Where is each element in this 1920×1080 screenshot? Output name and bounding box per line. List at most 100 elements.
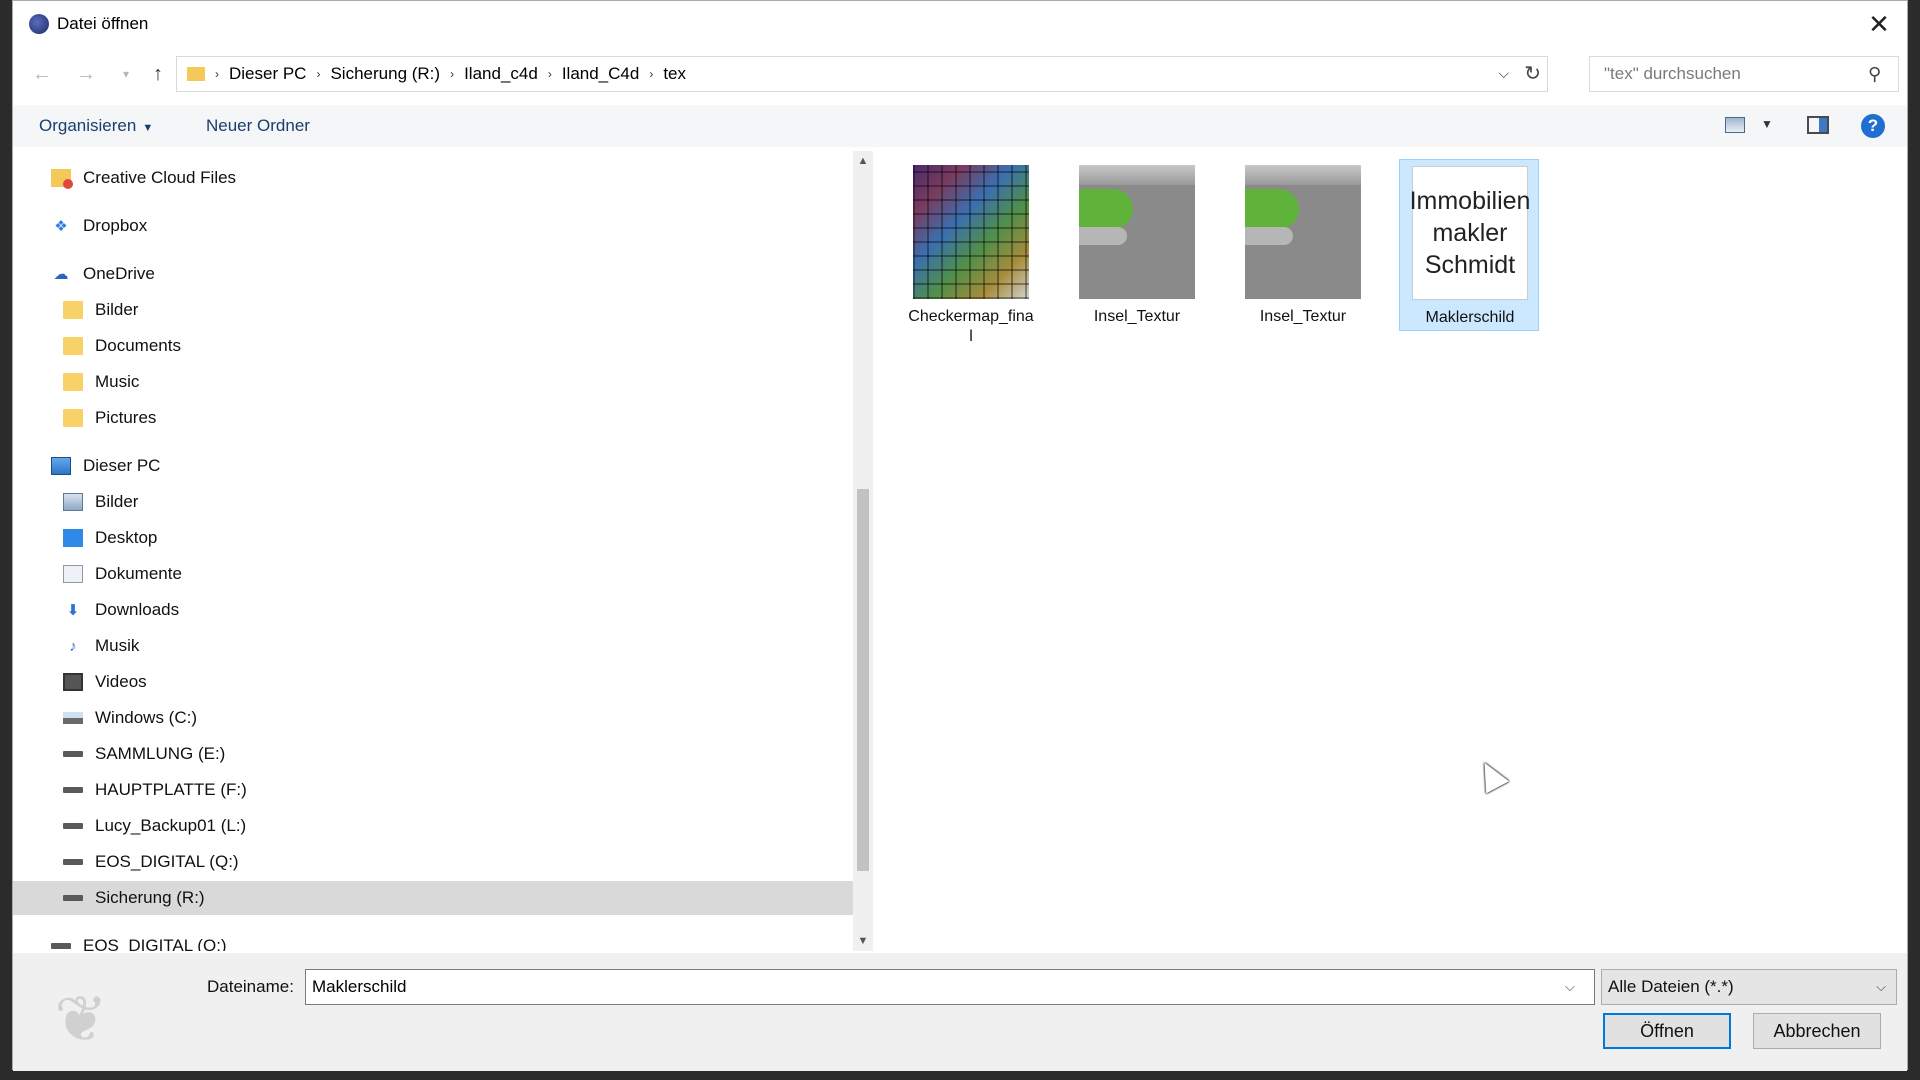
title-bar: Datei öffnen ✕	[13, 1, 1907, 47]
nav-item-onedrive-bilder[interactable]: Bilder	[13, 293, 853, 327]
file-item-maklerschild[interactable]: Immobilien makler Schmidt Maklerschild	[1399, 159, 1539, 331]
file-thumbnail: Immobilien makler Schmidt	[1409, 166, 1531, 300]
videos-icon	[63, 673, 83, 691]
file-open-dialog: Datei öffnen ✕ ← → ▾ ↑ › Dieser PC › Sic…	[12, 0, 1908, 1071]
file-name: Checkermap_fina l	[901, 307, 1041, 347]
breadcrumb-separator-icon[interactable]: ›	[215, 67, 219, 81]
view-mode-icon[interactable]	[1725, 117, 1745, 133]
organize-menu-button[interactable]: Organisieren ▼	[39, 116, 153, 136]
breadcrumb-item[interactable]: Dieser PC	[229, 64, 306, 84]
breadcrumb-item[interactable]: tex	[663, 64, 686, 84]
nav-item-label: Pictures	[95, 408, 157, 427]
chevron-down-icon: ⌵	[1876, 979, 1886, 994]
nav-item-sicherung-r[interactable]: Sicherung (R:)	[13, 881, 853, 915]
sign-text-line: makler	[1432, 219, 1508, 247]
file-item-checkermap-final[interactable]: Checkermap_fina l	[901, 159, 1041, 345]
forward-arrow-icon[interactable]: →	[73, 61, 99, 87]
thumbnail-rock-shape	[1245, 227, 1293, 245]
address-bar[interactable]: › Dieser PC › Sicherung (R:) › Iland_c4d…	[176, 56, 1548, 92]
search-icon[interactable]: ⚲	[1868, 64, 1898, 85]
help-icon[interactable]: ?	[1861, 114, 1885, 138]
file-thumbnail	[1079, 165, 1195, 299]
navigation-row: ← → ▾ ↑ › Dieser PC › Sicherung (R:) › I…	[13, 53, 1907, 95]
view-options-chevron-icon[interactable]: ▼	[1761, 117, 1773, 131]
breadcrumb-separator-icon[interactable]: ›	[450, 67, 454, 81]
nav-item-label: SAMMLUNG (E:)	[95, 744, 226, 763]
nav-item-dropbox[interactable]: ❖ Dropbox	[13, 209, 853, 243]
onedrive-icon: ☁	[53, 266, 69, 283]
organize-label: Organisieren	[39, 116, 137, 135]
sign-text-line: Immobilien	[1409, 187, 1531, 215]
filename-label: Dateiname:	[207, 977, 294, 996]
nav-item-label: Creative Cloud Files	[83, 168, 237, 187]
windows-drive-icon	[63, 712, 83, 724]
nav-item-sammlung-e[interactable]: SAMMLUNG (E:)	[13, 737, 853, 771]
breadcrumb-separator-icon[interactable]: ›	[548, 67, 552, 81]
file-item-insel-textur-2[interactable]: Insel_Textur	[1233, 159, 1373, 331]
nav-item-label: Downloads	[95, 600, 180, 619]
cancel-button[interactable]: Abbrechen	[1753, 1013, 1881, 1049]
refresh-icon[interactable]: ↻	[1524, 61, 1541, 86]
nav-item-dieser-pc[interactable]: Dieser PC	[13, 449, 853, 483]
nav-item-creative-cloud-files[interactable]: Creative Cloud Files	[13, 161, 853, 195]
breadcrumb-item[interactable]: Iland_C4d	[562, 64, 640, 84]
scroll-up-icon[interactable]: ▲	[853, 151, 873, 171]
nav-item-musik[interactable]: ♪ Musik	[13, 629, 853, 663]
address-dropdown-icon[interactable]: ⌵	[1498, 65, 1509, 82]
folder-icon	[63, 373, 83, 391]
nav-item-label: Documents	[95, 336, 181, 355]
file-name: Maklerschild	[1425, 309, 1515, 326]
up-arrow-icon[interactable]: ↑	[145, 61, 171, 87]
filename-input[interactable]	[305, 969, 1595, 1005]
documents-icon	[63, 565, 83, 583]
folder-icon	[187, 67, 205, 81]
file-type-filter-value: Alle Dateien (*.*)	[1608, 977, 1734, 996]
open-button[interactable]: Öffnen	[1603, 1013, 1731, 1049]
nav-item-windows-c[interactable]: Windows (C:)	[13, 701, 853, 735]
nav-item-label: Sicherung (R:)	[95, 888, 205, 907]
nav-item-label: Lucy_Backup01 (L:)	[95, 816, 247, 835]
nav-item-music[interactable]: Music	[13, 365, 853, 399]
drive-icon	[63, 787, 83, 793]
back-arrow-icon[interactable]: ←	[29, 61, 55, 87]
nav-item-desktop[interactable]: Desktop	[13, 521, 853, 555]
nav-item-eos-digital-q[interactable]: EOS_DIGITAL (Q:)	[13, 845, 853, 879]
nav-item-lucy-backup-l[interactable]: Lucy_Backup01 (L:)	[13, 809, 853, 843]
nav-item-downloads[interactable]: ⬇ Downloads	[13, 593, 853, 627]
nav-item-pc-bilder[interactable]: Bilder	[13, 485, 853, 519]
nav-item-label: EOS_DIGITAL (Q:)	[95, 852, 239, 871]
downloads-icon: ⬇	[66, 602, 80, 619]
nav-pane-scrollbar[interactable]: ▲ ▼	[853, 151, 873, 951]
recent-locations-chevron-icon[interactable]: ▾	[113, 61, 139, 87]
scroll-down-icon[interactable]: ▼	[853, 931, 873, 951]
sign-text-line: Schmidt	[1424, 251, 1516, 279]
nav-item-videos[interactable]: Videos	[13, 665, 853, 699]
breadcrumb-item[interactable]: Iland_c4d	[464, 64, 538, 84]
nav-item-label: Musik	[95, 636, 140, 655]
nav-item-pictures[interactable]: Pictures	[13, 401, 853, 435]
scrollbar-thumb[interactable]	[857, 489, 869, 871]
nav-item-label: HAUPTPLATTE (F:)	[95, 780, 247, 799]
file-item-insel-textur[interactable]: Insel_Textur	[1067, 159, 1207, 331]
breadcrumb-item[interactable]: Sicherung (R:)	[330, 64, 440, 84]
nav-item-eos-digital-q-root[interactable]: EOS_DIGITAL (Q:)	[13, 929, 853, 951]
drive-icon	[63, 751, 83, 757]
file-type-filter-select[interactable]: Alle Dateien (*.*) ⌵	[1601, 969, 1897, 1005]
nav-item-onedrive[interactable]: ☁ OneDrive	[13, 257, 853, 291]
thumbnail-rock-shape	[1079, 165, 1195, 185]
file-thumbnail	[1245, 165, 1361, 299]
breadcrumb-separator-icon[interactable]: ›	[649, 67, 653, 81]
nav-item-hauptplatte-f[interactable]: HAUPTPLATTE (F:)	[13, 773, 853, 807]
dropbox-icon: ❖	[54, 218, 68, 235]
drive-icon	[63, 859, 83, 865]
new-folder-button[interactable]: Neuer Ordner	[206, 116, 310, 136]
file-list-view: Checkermap_fina l Insel_Textur Insel_Text…	[889, 151, 1899, 951]
nav-item-documents[interactable]: Documents	[13, 329, 853, 363]
thumbnail-rock-shape	[1245, 165, 1361, 185]
nav-item-dokumente[interactable]: Dokumente	[13, 557, 853, 591]
filename-dropdown-icon[interactable]: ⌵	[1565, 979, 1575, 995]
preview-pane-icon[interactable]	[1807, 116, 1829, 134]
close-button[interactable]: ✕	[1851, 1, 1907, 47]
breadcrumb-separator-icon[interactable]: ›	[316, 67, 320, 81]
search-input[interactable]: "tex" durchsuchen ⚲	[1589, 56, 1899, 92]
